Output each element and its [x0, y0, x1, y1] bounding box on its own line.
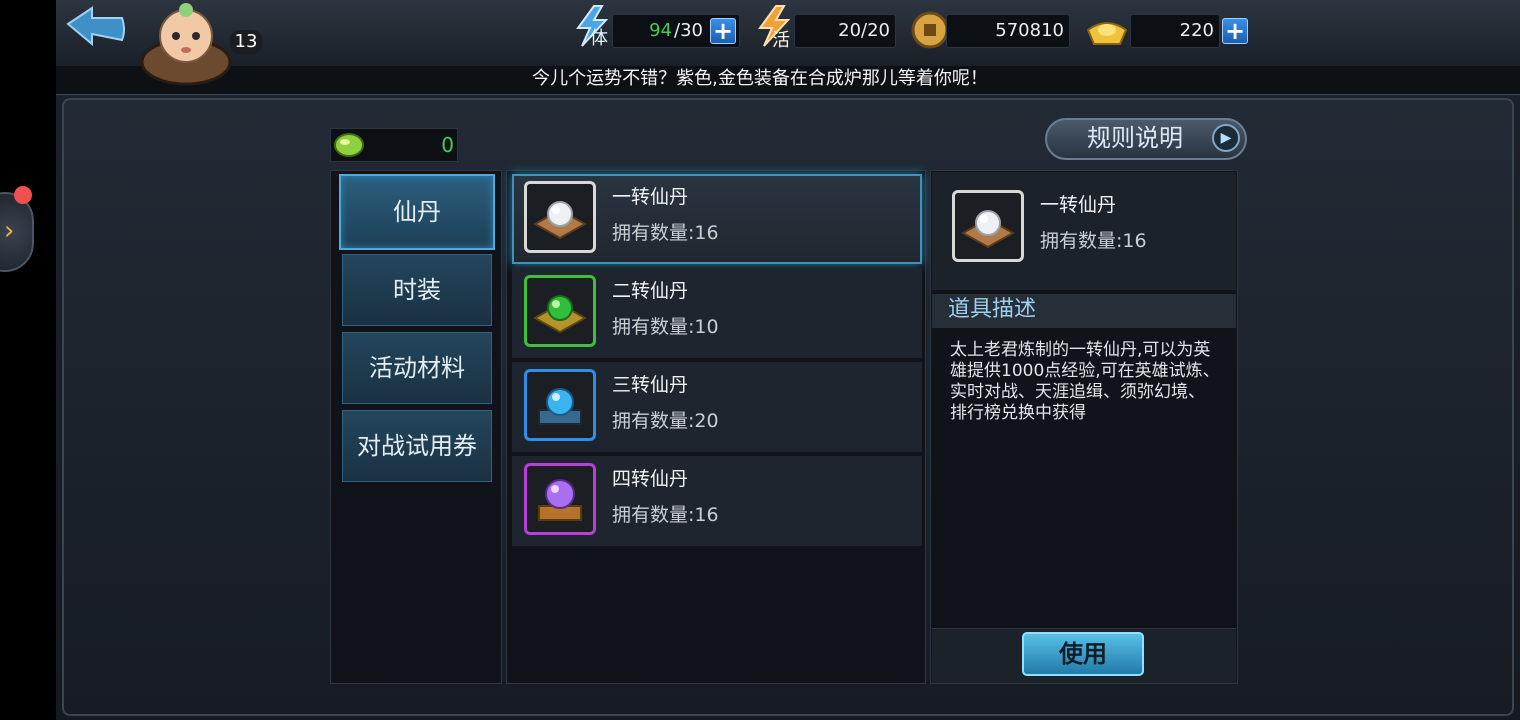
- play-arrow-icon: ▶: [1212, 124, 1240, 152]
- vitality-value: 20/20: [838, 20, 890, 41]
- description-title: 道具描述: [948, 297, 1037, 322]
- detail-item-name: 一转仙丹: [1040, 194, 1117, 216]
- item-count: 拥有数量:16: [612, 222, 719, 244]
- coins-value: 570810: [995, 20, 1064, 41]
- pill-grade1-icon: [952, 190, 1024, 262]
- ingot-icon: [1084, 10, 1130, 50]
- item-name: 四转仙丹: [612, 468, 689, 490]
- pill-grade2-icon: [524, 275, 596, 347]
- category-tab-pills[interactable]: 仙丹: [339, 174, 495, 250]
- category-tab-label: 活动材料: [369, 354, 465, 382]
- item-name: 一转仙丹: [612, 186, 689, 208]
- stamina-max: /30: [674, 20, 703, 41]
- player-avatar[interactable]: [140, 0, 232, 86]
- use-button[interactable]: 使用: [1022, 632, 1144, 676]
- vitality-label: 活: [772, 30, 790, 51]
- gem-currency-value: 0: [441, 133, 454, 157]
- coin-icon: [910, 10, 950, 50]
- stamina-label: 体: [590, 28, 608, 49]
- rules-button-label: 规则说明: [1087, 124, 1183, 152]
- add-stamina-button[interactable]: +: [710, 18, 736, 44]
- chevron-right-icon: ›: [4, 216, 15, 246]
- player-level: 13: [230, 30, 262, 54]
- item-count: 拥有数量:10: [612, 316, 719, 338]
- item-name: 二转仙丹: [612, 280, 689, 302]
- gem-icon: [332, 130, 366, 160]
- category-tab-event-materials[interactable]: 活动材料: [342, 332, 492, 404]
- add-ingots-button[interactable]: +: [1222, 18, 1248, 44]
- item-count: 拥有数量:20: [612, 410, 719, 432]
- item-count: 拥有数量:16: [612, 504, 719, 526]
- category-tab-fashion[interactable]: 时装: [342, 254, 492, 326]
- category-tab-battle-voucher[interactable]: 对战试用券: [342, 410, 492, 482]
- description-text: 太上老君炼制的一转仙丹,可以为英雄提供1000点经验,可在英雄试炼、实时对战、天…: [950, 340, 1220, 423]
- item-name: 三转仙丹: [612, 374, 689, 396]
- category-tab-label: 时装: [393, 276, 441, 304]
- back-arrow-icon[interactable]: [64, 6, 128, 52]
- pill-grade3-icon: [524, 369, 596, 441]
- pill-grade1-icon: [524, 181, 596, 253]
- category-tab-label: 仙丹: [393, 198, 441, 226]
- pill-grade4-icon: [524, 463, 596, 535]
- notification-dot: [14, 186, 32, 204]
- stamina-current: 94: [649, 20, 672, 41]
- ingots-value: 220: [1179, 20, 1214, 41]
- category-tab-label: 对战试用券: [357, 432, 477, 460]
- detail-item-count: 拥有数量:16: [1040, 230, 1147, 252]
